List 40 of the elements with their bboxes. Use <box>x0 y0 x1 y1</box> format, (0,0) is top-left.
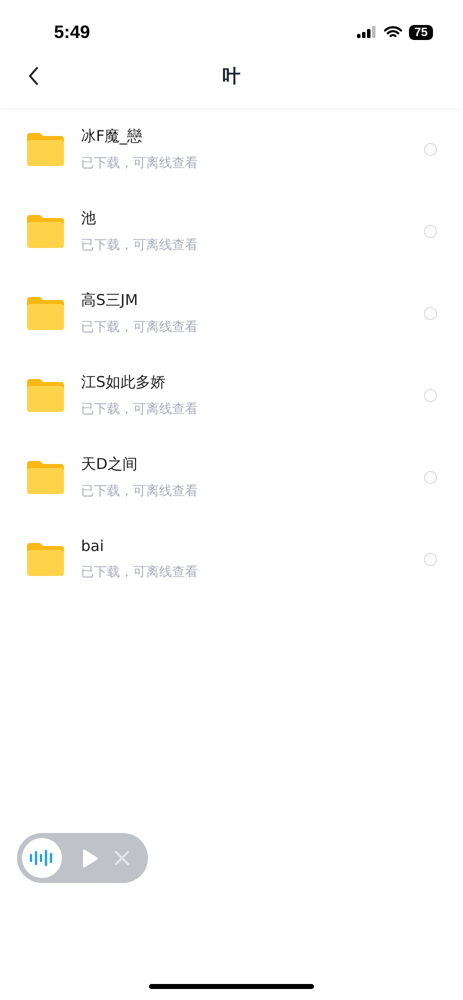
close-icon[interactable] <box>115 851 129 865</box>
back-icon[interactable] <box>28 67 39 85</box>
folder-status: 已下载，可离线查看 <box>81 236 199 254</box>
select-radio[interactable] <box>424 388 437 402</box>
sound-wave-icon <box>29 849 55 867</box>
wifi-icon <box>384 26 402 38</box>
battery-indicator: 75 <box>409 24 433 40</box>
folder-item[interactable]: 江S如此多娇 已下载，可离线查看 <box>0 354 463 436</box>
select-radio[interactable] <box>424 142 437 156</box>
signal-icon <box>357 26 377 38</box>
folder-name: 江S如此多娇 <box>81 372 167 392</box>
folder-icon <box>27 296 64 330</box>
select-radio[interactable] <box>424 552 437 566</box>
folder-icon <box>27 542 64 576</box>
folder-name: 池 <box>81 208 97 228</box>
folder-name: 天D之间 <box>81 454 139 474</box>
folder-icon <box>27 132 64 166</box>
select-radio[interactable] <box>424 306 437 320</box>
folder-item[interactable]: 池 已下载，可离线查看 <box>0 190 463 272</box>
folder-item[interactable]: 高S三JM 已下载，可离线查看 <box>0 272 463 354</box>
folder-status: 已下载，可离线查看 <box>81 564 199 581</box>
play-icon[interactable] <box>82 848 99 868</box>
folder-name: bai <box>81 537 105 555</box>
folder-status: 已下载，可离线查看 <box>81 482 199 500</box>
folder-item[interactable]: 天D之间 已下载，可离线查看 <box>0 436 463 518</box>
folder-icon <box>27 214 64 248</box>
folder-item[interactable]: bai 已下载，可离线查看 <box>0 518 463 600</box>
folder-status: 已下载，可离线查看 <box>81 318 199 336</box>
audio-wave-button[interactable] <box>22 838 62 878</box>
status-time: 5:49 <box>54 22 90 42</box>
select-radio[interactable] <box>424 224 437 238</box>
folder-icon <box>27 378 64 412</box>
folder-status: 已下载，可离线查看 <box>81 154 199 172</box>
select-radio[interactable] <box>424 470 437 484</box>
folder-item[interactable]: 冰F魔_戀 已下载，可离线查看 <box>0 108 463 190</box>
folder-name: 高S三JM <box>81 290 139 310</box>
folder-icon <box>27 460 64 494</box>
page-title: 叶 <box>222 65 240 88</box>
folder-status: 已下载，可离线查看 <box>81 400 199 418</box>
folder-name: 冰F魔_戀 <box>81 126 144 146</box>
